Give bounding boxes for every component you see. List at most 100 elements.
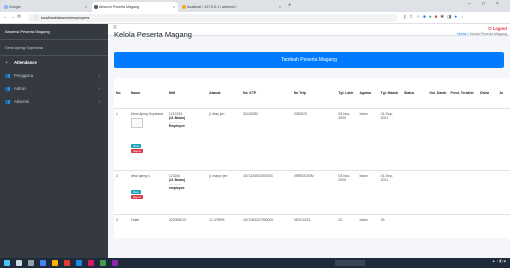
chevron-left-icon: ‹: [98, 86, 100, 91]
page-title: Kelola Peserta Magang: [114, 30, 192, 39]
search-icon[interactable]: [16, 260, 22, 266]
photo-placeholder-icon: [130, 117, 143, 128]
sidebar-item-admin[interactable]: 👥 Admin ‹: [0, 82, 108, 95]
cell-ktp: 32432352: [241, 107, 292, 170]
cell-agama: Islam: [357, 107, 379, 170]
sidebar-item-attendance[interactable]: ◔ Attendance: [0, 56, 108, 69]
brand-link[interactable]: Absensi Peserta Magang: [0, 24, 108, 40]
minimize-button[interactable]: –: [468, 1, 471, 7]
app-icon[interactable]: [76, 260, 82, 266]
kebab-menu-icon[interactable]: ⋮: [460, 14, 468, 19]
close-tab-icon[interactable]: ×: [85, 2, 87, 12]
column-header[interactable]: Gol. Darah: [427, 78, 449, 109]
column-header[interactable]: Agama: [357, 78, 379, 109]
breadcrumb: Home / Kelola Peserta Magang: [457, 32, 507, 36]
taskbar-search-box[interactable]: [335, 260, 365, 266]
app-icon[interactable]: [88, 260, 94, 266]
browser-tab-absensi[interactable]: Absensi Peserta Magang ×: [92, 2, 178, 12]
column-header[interactable]: No Telp: [291, 78, 337, 109]
participants-table: No Nama NIM Alamat No. KTP No Telp Tgl. …: [114, 78, 510, 225]
cell-nama: dewi ajeng s View Hapus: [128, 169, 167, 214]
cell-no: 2: [114, 169, 129, 214]
cell-lahir: 03-Nov-2000: [336, 107, 358, 170]
taskbar: ▲ ◔ ◧ ◈: [0, 258, 510, 268]
close-tab-icon[interactable]: ×: [173, 2, 175, 12]
participants-table-card: No Nama NIM Alamat No. KTP No Telp Tgl. …: [114, 78, 510, 238]
cell-status: [401, 169, 428, 214]
column-header[interactable]: Nama: [128, 78, 167, 109]
cell-nim: 202009013: [166, 213, 208, 225]
google-favicon-icon: [4, 5, 8, 9]
app-icon[interactable]: [112, 260, 118, 266]
cell-divisi: [478, 107, 498, 170]
cell-no: 3: [114, 213, 129, 225]
system-tray[interactable]: ▲ ◔ ◧ ◈: [492, 259, 506, 263]
cell-nim: 123240 (11 Bulan) ----------- employee: [166, 169, 208, 214]
cell-gol-darah: [427, 107, 449, 170]
table-row: 3 Falah 202009013 Jl. LRDPA 167106220799…: [114, 213, 510, 225]
column-header[interactable]: No. KTP: [241, 78, 292, 109]
task-view-icon[interactable]: [28, 260, 34, 266]
users-icon: 👥: [5, 99, 11, 104]
delete-button[interactable]: Hapus: [130, 148, 143, 153]
cell-lahir: 22-: [336, 213, 358, 225]
cell-divisi: [478, 213, 498, 225]
cell-lahir: 03-Nov-2000: [336, 169, 358, 214]
address-bar-row: ← → ⟳ ⓘ localhost/absensi/employees ⚷⇪☆■●…: [0, 12, 510, 24]
column-header[interactable]: Pend. Terakhir: [448, 78, 479, 109]
cell-divisi: [478, 169, 498, 214]
app-icon[interactable]: [64, 260, 70, 266]
close-window-button[interactable]: ×: [496, 1, 499, 7]
cell-gol-darah: [427, 169, 449, 214]
chrome-icon[interactable]: [40, 260, 46, 266]
column-header[interactable]: Ja: [497, 78, 510, 109]
column-header[interactable]: Status: [401, 78, 428, 109]
cell-telp: 0878-9223-: [291, 213, 337, 225]
cell-pendidikan: [448, 213, 479, 225]
column-header[interactable]: Divisi: [478, 78, 498, 109]
delete-button[interactable]: Hapus: [130, 194, 143, 199]
close-tab-icon[interactable]: ×: [279, 2, 281, 12]
table-header-row: No Nama NIM Alamat No. KTP No Telp Tgl. …: [114, 78, 510, 109]
windows-start-icon[interactable]: [4, 260, 10, 266]
cell-pendidikan: [448, 169, 479, 214]
chevron-left-icon: ‹: [98, 99, 100, 104]
browser-tab-phpmyadmin[interactable]: localhost / 127.0.0.1 / absensi / ×: [180, 2, 284, 12]
extension-icons[interactable]: ⚷⇪☆■●■✱◨●⋮: [403, 14, 468, 20]
cell-masuk: 01-Sep-2021: [378, 169, 402, 214]
power-icon: ⏻: [488, 26, 492, 31]
new-tab-button[interactable]: +: [288, 2, 292, 11]
reload-icon[interactable]: ⟳: [17, 14, 21, 20]
cell-masuk: 29-: [378, 213, 402, 225]
add-participant-button[interactable]: Tambah Peserta Magang: [114, 52, 504, 68]
sidebar-item-pengguna[interactable]: 👥 Pengguna ‹: [0, 69, 108, 82]
column-header[interactable]: No: [114, 78, 129, 109]
maximize-button[interactable]: □: [482, 1, 485, 7]
sidebar-item-absensi[interactable]: 👥 Absensi ‹: [0, 95, 108, 108]
column-header[interactable]: NIM: [166, 78, 208, 109]
cell-nim: 1212133 (11 Bulan) ----------- Employee: [166, 107, 208, 170]
column-header[interactable]: Tgl. Lahir: [336, 78, 358, 109]
cell-alamat: jl. May jen: [207, 107, 242, 170]
column-header[interactable]: Alamat: [207, 78, 242, 109]
app-icon[interactable]: [100, 260, 106, 266]
file-explorer-icon[interactable]: [52, 260, 58, 266]
breadcrumb-current: Kelola Peserta Magang: [469, 32, 507, 36]
cell-agama: Islam: [357, 213, 379, 225]
back-arrow-icon[interactable]: ←: [3, 14, 8, 20]
column-header[interactable]: Tgl. Masuk: [378, 78, 402, 109]
view-button[interactable]: View: [130, 143, 141, 148]
cell-telp: 089933193M: [291, 169, 337, 214]
users-icon: 👥: [5, 73, 11, 78]
view-button[interactable]: View: [130, 189, 141, 194]
user-panel-name[interactable]: Dewi Ajeng Sophiana: [0, 40, 108, 56]
forward-arrow-icon[interactable]: →: [10, 14, 15, 20]
cell-agama: Islam: [357, 169, 379, 214]
clock-icon: ◔: [5, 60, 8, 65]
url-input[interactable]: ⓘ localhost/absensi/employees: [28, 14, 398, 22]
browser-tab-google[interactable]: Google ×: [2, 2, 90, 12]
breadcrumb-home-link[interactable]: Home: [457, 32, 467, 36]
cell-pendidikan: [448, 107, 479, 170]
chevron-left-icon: ‹: [98, 73, 100, 78]
logout-button[interactable]: ⏻ Logout: [488, 26, 507, 31]
